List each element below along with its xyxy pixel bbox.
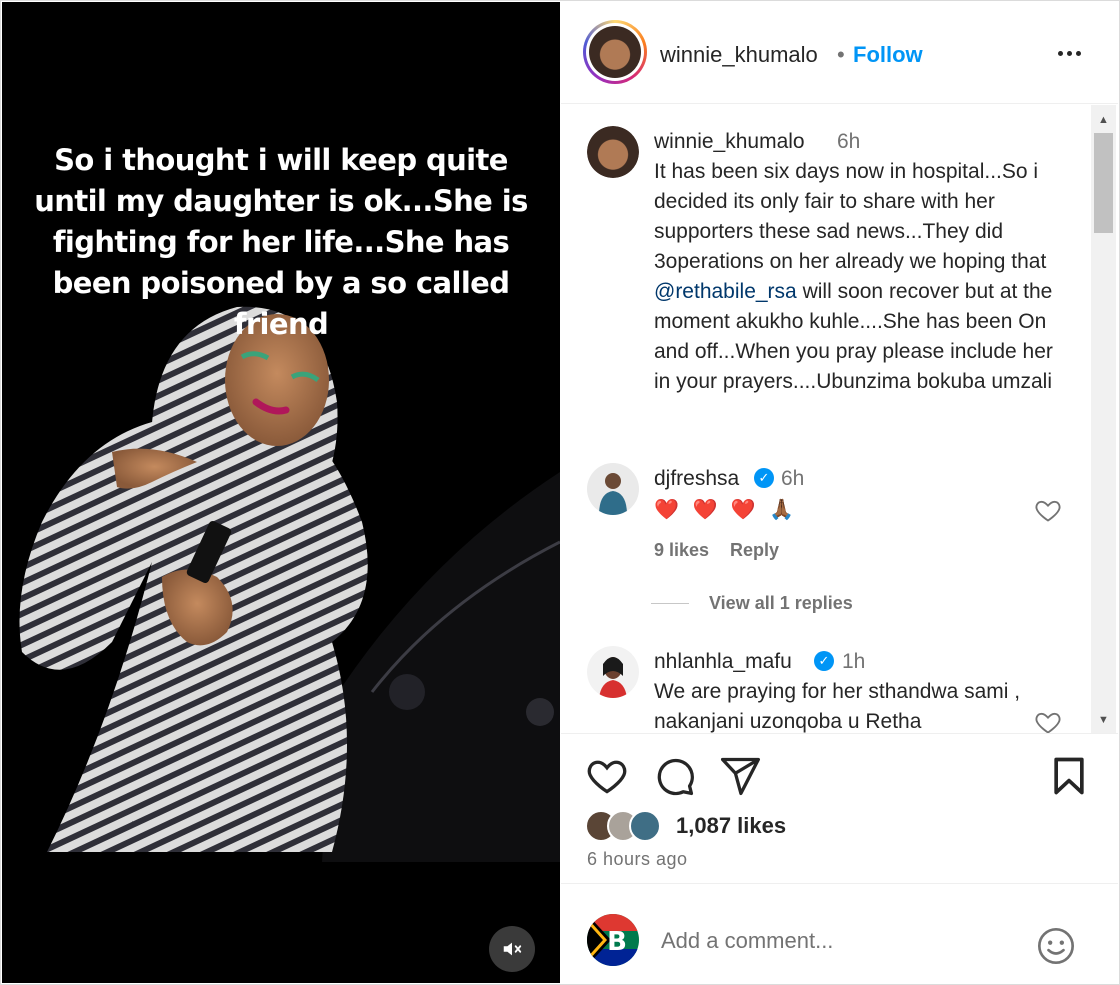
emoji-icon[interactable] bbox=[1036, 926, 1076, 966]
author-avatar[interactable] bbox=[583, 20, 647, 84]
view-replies-button[interactable]: View all 1 replies bbox=[651, 593, 853, 614]
comment-username[interactable]: nhlanhla_mafu bbox=[654, 650, 792, 674]
comment-time: 1h bbox=[842, 650, 866, 673]
comment-likes[interactable]: 9 likes bbox=[654, 540, 709, 561]
comment-text: ❤️ ❤️ ❤️ 🙏🏾 bbox=[654, 499, 799, 521]
add-comment-bar: B bbox=[561, 883, 1118, 983]
speaker-muted-icon bbox=[503, 942, 522, 956]
liker-avatar bbox=[629, 810, 661, 842]
comment-text: We are praying for her sthandwa sami , n… bbox=[654, 680, 1021, 733]
post-actions: 1,087 likes 6 hours ago bbox=[561, 733, 1118, 883]
svg-text:B: B bbox=[607, 927, 627, 957]
comments-scrollbar[interactable]: ▲ ▼ bbox=[1091, 105, 1116, 733]
reply-button[interactable]: Reply bbox=[730, 540, 779, 561]
caption-text: It has been six days now in hospital...S… bbox=[654, 160, 1053, 393]
comment-username[interactable]: djfreshsa bbox=[654, 467, 739, 491]
header-separator: • bbox=[837, 42, 845, 67]
post-header: winnie_khumalo • Follow bbox=[561, 2, 1118, 104]
user-avatar: B bbox=[587, 914, 639, 966]
caption-time: 6h bbox=[837, 130, 861, 153]
story-overlay-text: So i thought i will keep quite until my … bbox=[34, 143, 528, 341]
verified-badge-icon: ✓ bbox=[754, 468, 774, 488]
mention-link[interactable]: @rethabile_rsa bbox=[654, 280, 797, 303]
more-options-icon[interactable] bbox=[1051, 38, 1087, 68]
comments-list: winnie_khumalo 6h It has been six days n… bbox=[561, 105, 1091, 733]
caption-avatar[interactable] bbox=[587, 126, 639, 178]
heart-icon[interactable] bbox=[1034, 708, 1062, 733]
comment-avatar[interactable] bbox=[587, 646, 639, 698]
heart-icon[interactable] bbox=[585, 754, 629, 798]
heart-icon[interactable] bbox=[1034, 496, 1062, 524]
verified-badge-icon: ✓ bbox=[814, 651, 834, 671]
post-media[interactable]: So i thought i will keep quite until my … bbox=[2, 2, 560, 983]
liked-by-avatars[interactable] bbox=[585, 810, 675, 844]
comment-time: 6h bbox=[781, 467, 805, 490]
scroll-up-arrow-icon[interactable]: ▲ bbox=[1091, 109, 1116, 131]
likes-count[interactable]: 1,087 likes bbox=[676, 813, 786, 839]
send-icon[interactable] bbox=[718, 754, 762, 798]
follow-button[interactable]: Follow bbox=[853, 42, 923, 68]
scrollbar-thumb[interactable] bbox=[1094, 133, 1113, 233]
post-timestamp[interactable]: 6 hours ago bbox=[587, 849, 688, 870]
comment-avatar[interactable] bbox=[587, 463, 639, 515]
post-sidebar: winnie_khumalo • Follow winnie_khumalo 6… bbox=[561, 2, 1118, 983]
scroll-down-arrow-icon[interactable]: ▼ bbox=[1091, 709, 1116, 731]
bookmark-icon[interactable] bbox=[1047, 754, 1091, 798]
comment-icon[interactable] bbox=[652, 754, 696, 798]
mute-button[interactable] bbox=[489, 926, 535, 972]
caption-username[interactable]: winnie_khumalo bbox=[654, 130, 805, 154]
author-username[interactable]: winnie_khumalo bbox=[660, 42, 818, 68]
comment-input[interactable] bbox=[661, 926, 1021, 956]
